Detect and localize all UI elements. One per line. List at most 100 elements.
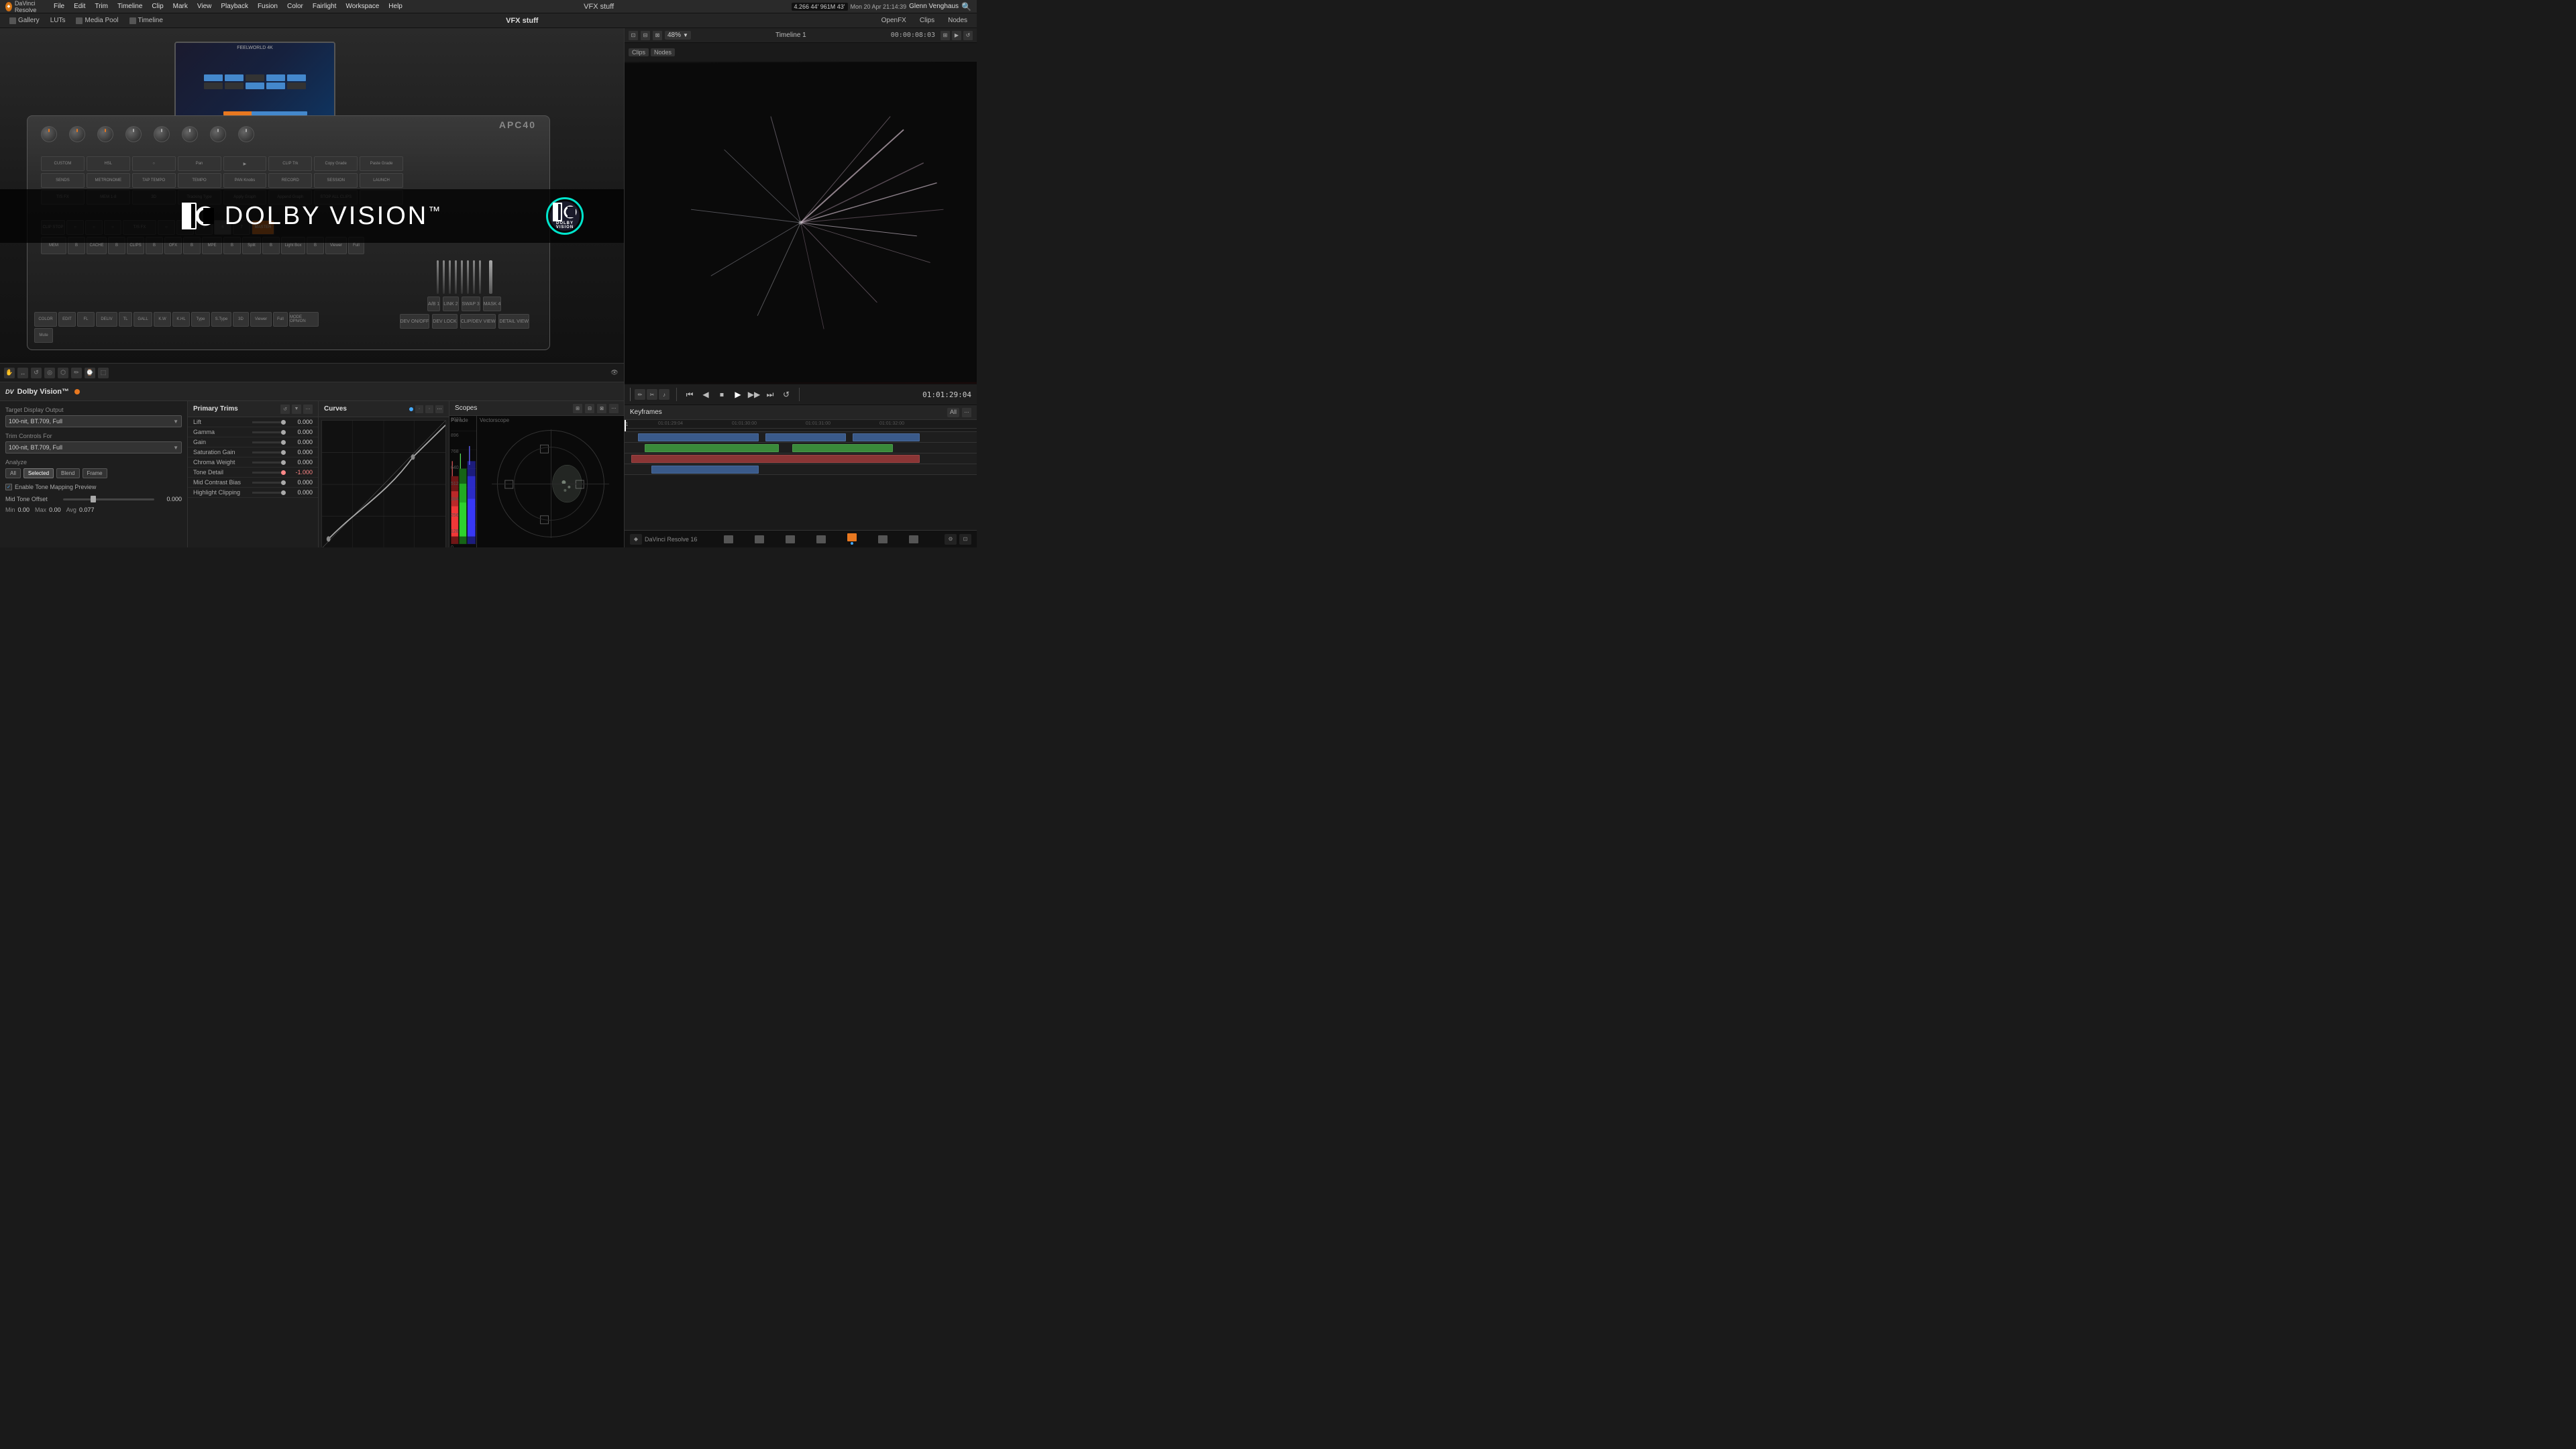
node-tool[interactable]: ⬡ [58,368,68,378]
scope-layout-btn-2[interactable]: ⊟ [585,404,594,413]
master-fader[interactable] [489,260,492,294]
deliver-tab[interactable] [906,533,921,546]
go-start-btn[interactable]: ⏮ [684,388,696,400]
edit-btn[interactable]: EDIT [58,312,76,327]
video-clip-6[interactable] [651,466,759,474]
zoom-tool[interactable]: ◎ [44,368,55,378]
detail-view-btn[interactable]: DETAIL VIEW [498,314,529,329]
fairlight-tab[interactable] [875,533,890,546]
pt-tonedetail-slider[interactable] [252,472,286,474]
zoom-display[interactable]: 48% ▼ [665,31,691,40]
eyedropper-tool[interactable]: ⬚ [98,368,109,378]
color-btn[interactable]: COLOR [34,312,57,327]
sends-btn[interactable]: SENDS [41,173,85,188]
dev-lock-btn[interactable]: DEV LOCK [432,314,457,329]
viewer-btn[interactable]: Viewer [250,312,272,327]
openfx-btn[interactable]: OpenFX [877,15,910,25]
swap-btn[interactable]: SWAP 3 [462,297,480,311]
play-btn[interactable]: ▶ [732,388,744,400]
curves-ctrl-2[interactable]: · [425,405,433,413]
menu-trim[interactable]: Trim [91,0,112,13]
select-tool[interactable]: ↔ [17,368,28,378]
clips-tab[interactable]: Clips [629,48,649,56]
tempo-btn[interactable]: TEMPO [178,173,221,188]
kw-btn[interactable]: K.W [154,312,171,327]
go-end-btn[interactable]: ⏭ [764,388,776,400]
fusion-tab[interactable] [814,533,828,546]
kf-options-btn[interactable]: ⋯ [962,408,971,417]
pt-lift-slider[interactable] [252,421,286,423]
video-clip-2[interactable] [765,433,846,441]
nodes-btn[interactable]: Nodes [944,15,971,25]
launch-btn[interactable]: LAUNCH [360,173,403,188]
fullscreen-btn[interactable]: ⊡ [959,534,971,545]
knob-2[interactable] [69,126,85,142]
curves-ctrl-1[interactable]: · [415,405,423,413]
analyze-blend-btn[interactable]: Blend [56,468,79,478]
metronome-btn[interactable]: METRONOME [87,173,130,188]
gall-btn[interactable]: GALL [133,312,152,327]
edit-tab[interactable] [783,533,798,546]
menu-fairlight[interactable]: Fairlight [309,0,341,13]
knob-6[interactable] [182,126,198,142]
scope-layout-btn-1[interactable]: ⊞ [573,404,582,413]
pt-chromaweight-slider[interactable] [252,462,286,464]
analyze-selected-btn[interactable]: Selected [23,468,54,478]
rotate-tool[interactable]: ↺ [31,368,42,378]
blade-tool-btn[interactable]: ✂ [647,389,657,400]
knob-7[interactable] [210,126,226,142]
copy-grade-btn[interactable]: Copy Grade [314,156,358,171]
menu-color[interactable]: Color [283,0,307,13]
pen-tool[interactable]: ✏ [71,368,82,378]
play-ctrl-btn[interactable]: ▶ [223,156,267,171]
settings-btn[interactable]: ⚙ [945,534,957,545]
nodes-tab[interactable]: Nodes [651,48,675,56]
mute-btn[interactable]: Mute [34,328,53,343]
paste-grade-btn[interactable]: Paste Grade [360,156,403,171]
custom-btn[interactable]: CUSTOM [41,156,85,171]
fader-8[interactable] [479,260,481,294]
video-clip-5[interactable] [792,444,893,452]
3d-btn-2[interactable]: 3D [233,312,249,327]
menu-fusion[interactable]: Fusion [254,0,282,13]
knob-3[interactable] [97,126,113,142]
pencil-tool-btn[interactable]: ✏ [635,389,645,400]
dev-onoff-btn[interactable]: DEV ON/OFF [400,314,430,329]
step-back-btn[interactable]: ◀ [700,388,712,400]
trim-controls-dropdown[interactable]: 100-nit, BT.709, Full ▼ [5,441,182,453]
menu-mark[interactable]: Mark [169,0,192,13]
knob-5[interactable] [154,126,170,142]
pt-midcontrast-slider[interactable] [252,482,286,484]
video-clip-4[interactable] [645,444,779,452]
knob-1[interactable] [41,126,57,142]
clips-btn[interactable]: Clips [916,15,938,25]
luts-btn[interactable]: LUTs [46,15,70,25]
pt-highlight-slider[interactable] [252,492,286,494]
stype-btn[interactable]: S.Type [211,312,231,327]
gallery-btn[interactable]: Gallery [5,15,44,25]
scope-layout-btn-3[interactable]: ⊠ [597,404,606,413]
media-pool-btn[interactable]: Media Pool [72,15,122,25]
curves-canvas[interactable] [321,420,446,547]
mid-tone-slider[interactable] [63,498,154,500]
session-btn[interactable]: SESSION [314,173,358,188]
fader-6[interactable] [467,260,469,294]
magic-wand-tool[interactable]: ⌚ [85,368,95,378]
viewer-split-btn[interactable]: ⊠ [653,31,662,40]
pt-satgain-slider[interactable] [252,451,286,453]
menu-clip[interactable]: Clip [148,0,167,13]
type-btn[interactable]: Type [191,312,210,327]
circle-btn[interactable]: ○ [132,156,176,171]
knob-4[interactable] [125,126,142,142]
full-btn[interactable]: Full [273,312,288,327]
color-tab[interactable] [845,533,859,546]
hand-tool[interactable]: ✋ [4,368,15,378]
stop-btn[interactable]: ⏹ [716,388,728,400]
mask-btn[interactable]: MASK 4 [483,297,502,311]
hsl-btn[interactable]: HSL [87,156,130,171]
menu-edit[interactable]: Edit [70,0,89,13]
analyze-all-btn[interactable]: All [5,468,21,478]
link-btn[interactable]: LINK 2 [443,297,458,311]
video-clip-3[interactable] [853,433,920,441]
pt-more-btn[interactable]: ⋯ [303,405,313,414]
